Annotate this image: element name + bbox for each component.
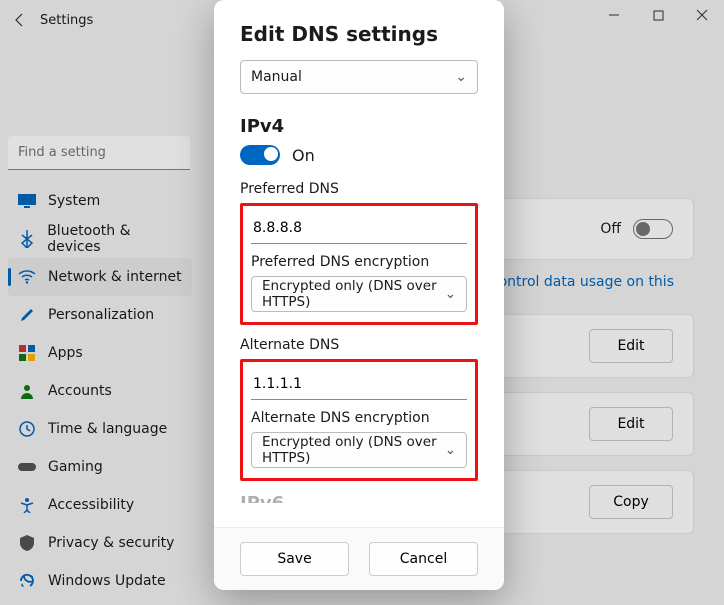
preferred-enc-label: Preferred DNS encryption bbox=[251, 254, 467, 270]
preferred-enc-select[interactable]: Encrypted only (DNS over HTTPS) ⌄ bbox=[251, 276, 467, 312]
dns-mode-select[interactable]: Manual ⌄ bbox=[240, 60, 478, 94]
alternate-enc-select[interactable]: Encrypted only (DNS over HTTPS) ⌄ bbox=[251, 432, 467, 468]
ipv4-toggle[interactable] bbox=[240, 145, 280, 165]
cancel-button[interactable]: Cancel bbox=[369, 542, 478, 576]
alternate-dns-label: Alternate DNS bbox=[240, 337, 478, 353]
select-value: Encrypted only (DNS over HTTPS) bbox=[262, 278, 445, 310]
preferred-dns-label: Preferred DNS bbox=[240, 181, 478, 197]
preferred-dns-input[interactable] bbox=[251, 212, 467, 244]
chevron-down-icon: ⌄ bbox=[455, 69, 467, 85]
toggle-on-label: On bbox=[292, 146, 315, 165]
select-value: Manual bbox=[251, 69, 302, 85]
select-value: Encrypted only (DNS over HTTPS) bbox=[262, 434, 445, 466]
dialog-footer: Save Cancel bbox=[214, 527, 504, 590]
chevron-down-icon: ⌄ bbox=[445, 286, 456, 302]
chevron-down-icon: ⌄ bbox=[445, 442, 456, 458]
ipv6-heading-cut: IPv6 bbox=[240, 493, 478, 503]
preferred-dns-highlight: Preferred DNS encryption Encrypted only … bbox=[240, 203, 478, 325]
save-button[interactable]: Save bbox=[240, 542, 349, 576]
dns-settings-dialog: Edit DNS settings Manual ⌄ IPv4 On Prefe… bbox=[214, 0, 504, 590]
dialog-title: Edit DNS settings bbox=[240, 22, 478, 46]
ipv4-heading: IPv4 bbox=[240, 116, 478, 137]
alternate-enc-label: Alternate DNS encryption bbox=[251, 410, 467, 426]
alternate-dns-highlight: Alternate DNS encryption Encrypted only … bbox=[240, 359, 478, 481]
alternate-dns-input[interactable] bbox=[251, 368, 467, 400]
